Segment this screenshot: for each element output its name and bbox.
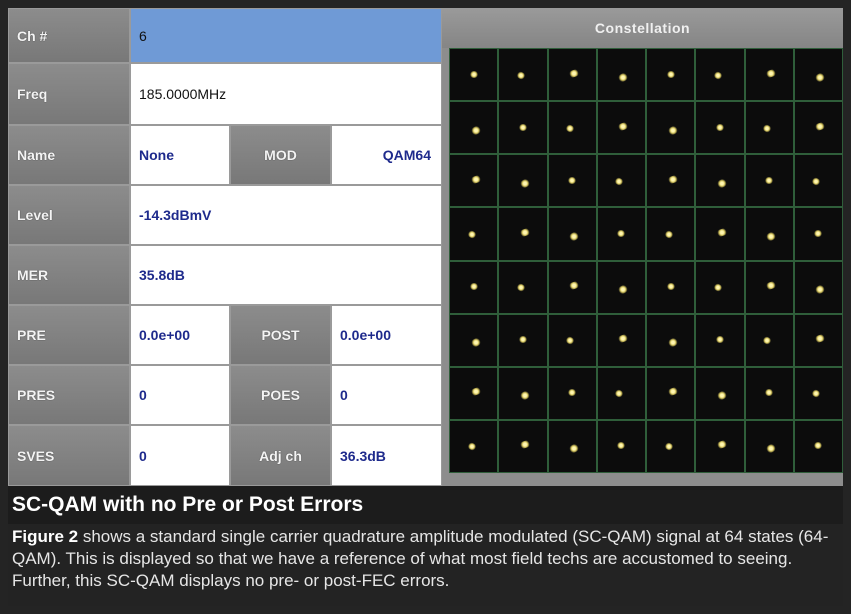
constellation-symbol (646, 366, 696, 420)
name-value[interactable]: None (130, 125, 230, 185)
constellation-symbol (449, 154, 499, 208)
constellation-symbol (596, 419, 646, 473)
constellation-title: Constellation (442, 8, 843, 48)
constellation-symbol (695, 48, 745, 102)
constellation-symbol (744, 260, 794, 314)
poes-value: 0 (331, 365, 442, 425)
figure-frame: Ch # 6 Freq 185.0000MHz Name None MOD QA… (0, 0, 851, 614)
constellation-symbol (646, 101, 696, 155)
constellation-symbol (793, 260, 843, 314)
constellation-symbol (793, 101, 843, 155)
caption-text: shows a standard single carrier quadratu… (12, 527, 829, 590)
constellation-symbol (695, 313, 745, 367)
constellation-symbol (695, 101, 745, 155)
constellation-symbol (449, 313, 499, 367)
constellation-symbol (744, 366, 794, 420)
constellation-symbol (547, 313, 597, 367)
poes-label: POES (230, 365, 331, 425)
adjch-value: 36.3dB (331, 425, 442, 486)
constellation-panel: Constellation (442, 8, 843, 486)
constellation-symbol (449, 366, 499, 420)
constellation-symbol (498, 260, 548, 314)
constellation-symbol (646, 260, 696, 314)
sves-label: SVES (8, 425, 130, 486)
caption-heading: SC-QAM with no Pre or Post Errors (8, 486, 843, 524)
constellation-symbol (646, 207, 696, 261)
constellation-symbol (744, 101, 794, 155)
constellation-symbol (596, 154, 646, 208)
constellation-symbol (695, 419, 745, 473)
constellation-symbol (646, 313, 696, 367)
constellation-symbol (498, 101, 548, 155)
constellation-symbol (547, 101, 597, 155)
constellation-symbol (596, 260, 646, 314)
constellation-symbol (793, 154, 843, 208)
constellation-symbol (744, 48, 794, 102)
pres-label: PRES (8, 365, 130, 425)
constellation-symbol (547, 48, 597, 102)
constellation-symbol (596, 207, 646, 261)
constellation-symbol (744, 154, 794, 208)
constellation-symbol (695, 207, 745, 261)
constellation-symbol (646, 48, 696, 102)
constellation-symbol (449, 101, 499, 155)
constellation-symbol (695, 154, 745, 208)
constellation-symbol (449, 207, 499, 261)
mer-value: 35.8dB (130, 245, 442, 305)
level-value: -14.3dBmV (130, 185, 442, 245)
constellation-symbol (744, 207, 794, 261)
constellation-symbol (793, 313, 843, 367)
constellation-symbol (596, 366, 646, 420)
constellation-symbol (695, 260, 745, 314)
freq-value[interactable]: 185.0000MHz (130, 63, 442, 125)
constellation-symbol (793, 366, 843, 420)
constellation-symbol (596, 101, 646, 155)
name-label: Name (8, 125, 130, 185)
constellation-symbol (547, 154, 597, 208)
constellation-symbol (498, 366, 548, 420)
constellation-symbol (498, 154, 548, 208)
constellation-symbol (646, 154, 696, 208)
constellation-symbol (695, 366, 745, 420)
freq-label: Freq (8, 63, 130, 125)
constellation-symbol (793, 48, 843, 102)
constellation-symbol (449, 260, 499, 314)
constellation-symbol (646, 419, 696, 473)
post-label: POST (230, 305, 331, 365)
constellation-symbol (449, 419, 499, 473)
constellation-symbol (547, 207, 597, 261)
sves-value: 0 (130, 425, 230, 486)
constellation-symbol (793, 419, 843, 473)
constellation-symbol (744, 419, 794, 473)
constellation-symbol (449, 48, 499, 102)
constellation-grid (449, 48, 843, 473)
post-value: 0.0e+00 (331, 305, 442, 365)
meter-screen: Ch # 6 Freq 185.0000MHz Name None MOD QA… (8, 8, 843, 486)
constellation-symbol (793, 207, 843, 261)
mod-label: MOD (230, 125, 331, 185)
constellation-symbol (547, 260, 597, 314)
constellation-symbol (498, 419, 548, 473)
pres-value: 0 (130, 365, 230, 425)
constellation-symbol (498, 313, 548, 367)
constellation-symbol (596, 48, 646, 102)
caption-figure-ref: Figure 2 (12, 527, 79, 546)
constellation-symbol (547, 419, 597, 473)
constellation-symbol (596, 313, 646, 367)
caption-body: Figure 2 shows a standard single carrier… (12, 526, 842, 592)
ch-value[interactable]: 6 (130, 8, 442, 63)
constellation-symbol (547, 366, 597, 420)
constellation-symbol (498, 48, 548, 102)
pre-value: 0.0e+00 (130, 305, 230, 365)
mod-value[interactable]: QAM64 (331, 125, 442, 185)
mer-label: MER (8, 245, 130, 305)
figure-caption: SC-QAM with no Pre or Post Errors Figure… (8, 486, 843, 606)
constellation-symbol (498, 207, 548, 261)
constellation-symbol (744, 313, 794, 367)
ch-label: Ch # (8, 8, 130, 63)
adjch-label: Adj ch (230, 425, 331, 486)
level-label: Level (8, 185, 130, 245)
pre-label: PRE (8, 305, 130, 365)
